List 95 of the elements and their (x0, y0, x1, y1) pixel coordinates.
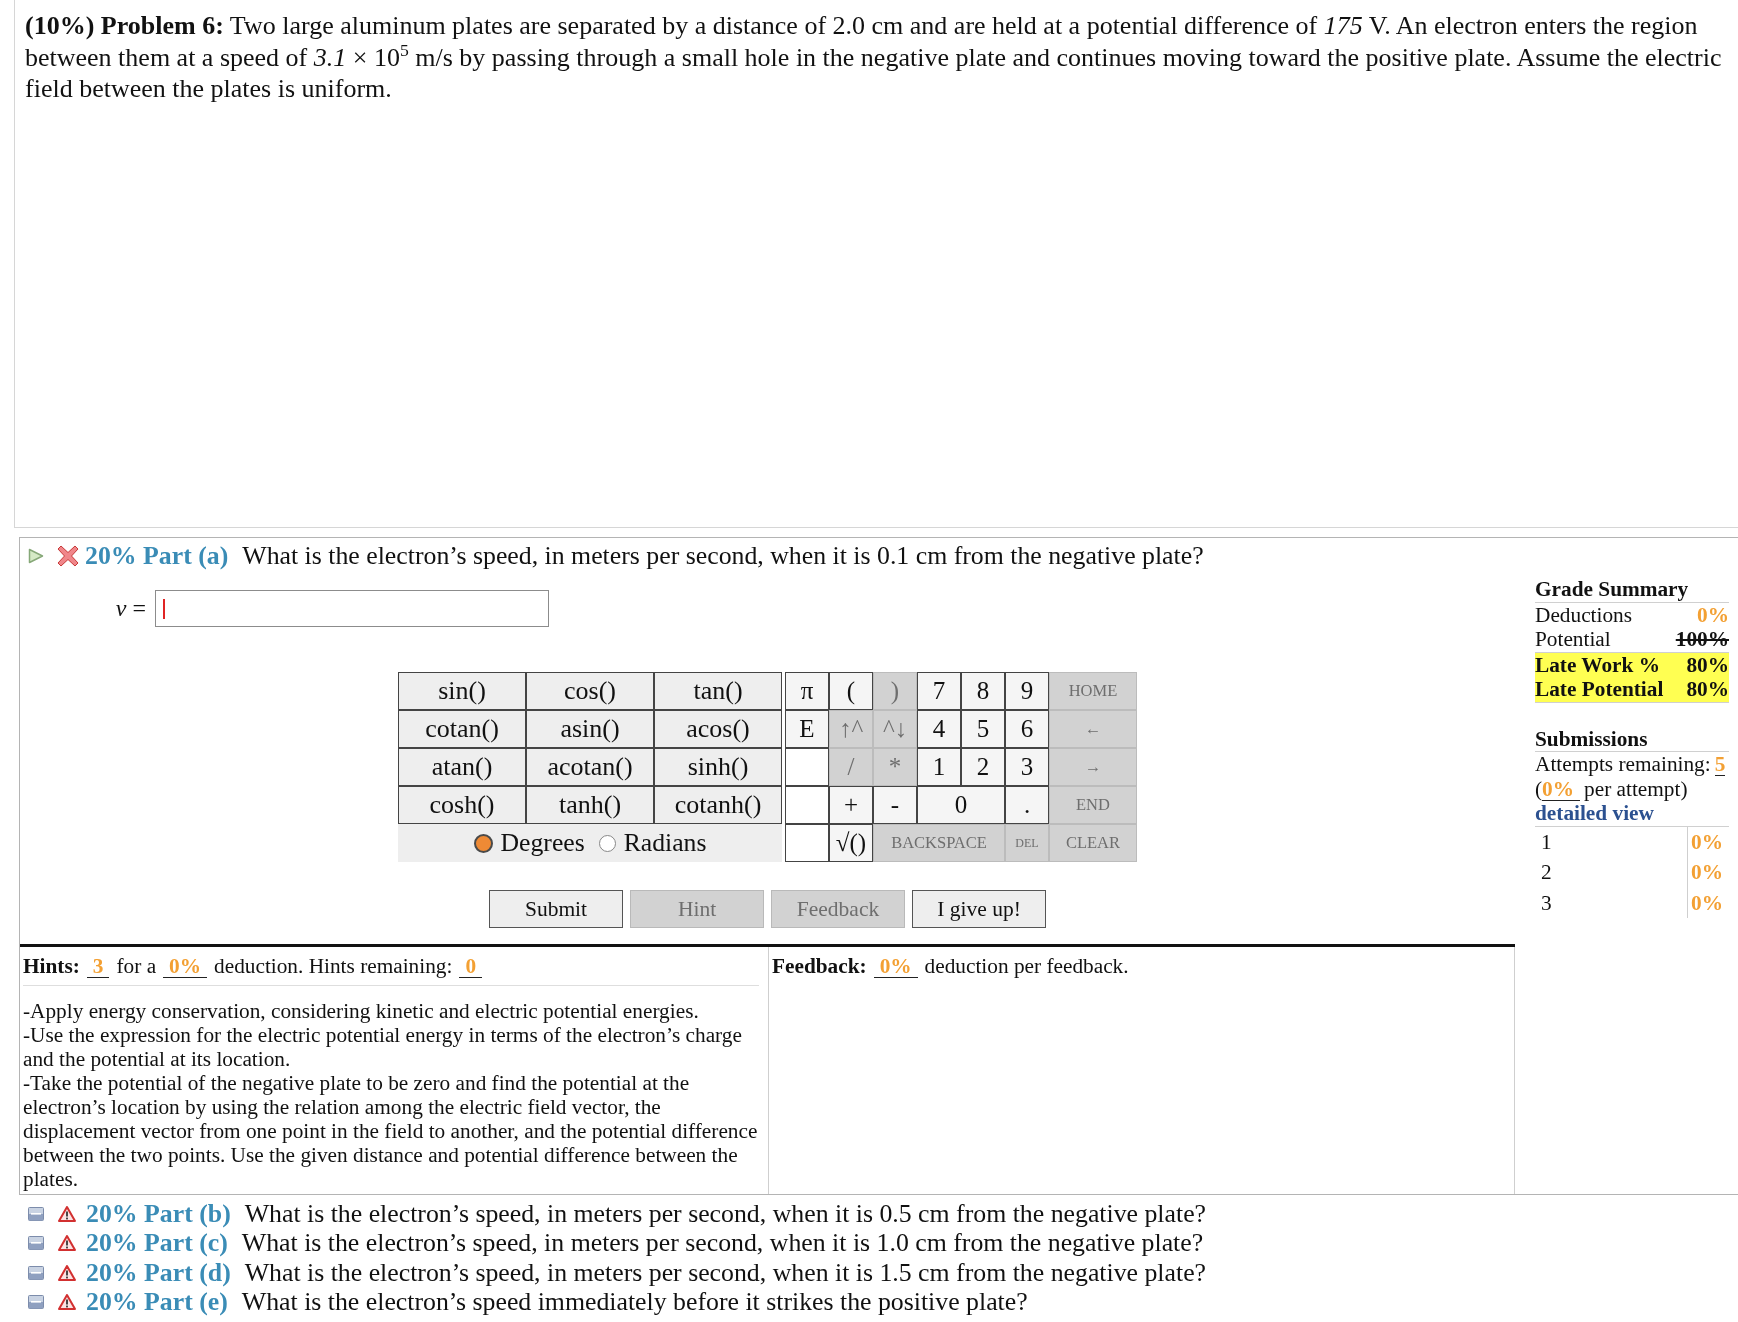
keypad-key[interactable]: . (1005, 786, 1049, 824)
question-text: What is the electron’s speed, in meters per second, when it is 0.1 cm from the negative plate? (242, 541, 1204, 571)
hint-text: -Take the potential of the negative plate to be zero and find the potential at the electron’s location by using the relation among the electric field vector, the displacement vector from one point in the field to another, and the potential difference between the two points. Use the given distance and potential difference between the plates. (23, 1071, 759, 1191)
summary-label: Late Work % (1535, 652, 1661, 677)
hints-text: for a (116, 953, 157, 979)
attempt-number: 1 (1540, 829, 1552, 854)
keypad-key[interactable]: 1 (917, 748, 961, 786)
question-text: What is the electron’s speed, in meters per second, when it is 1.0 cm from the negative plate? (241, 1228, 1204, 1259)
detailed-view-link[interactable]: detailed view (1535, 801, 1654, 825)
feedback-deduction: 0% (873, 954, 918, 978)
keypad-key[interactable]: + (829, 786, 873, 824)
keypad-key[interactable]: E (785, 710, 829, 748)
function-key[interactable]: sin() (398, 672, 526, 710)
function-key[interactable]: asin() (526, 710, 654, 748)
keypad-key[interactable]: 7 (917, 672, 961, 710)
part-label[interactable]: 20% Part (d) (86, 1257, 231, 1288)
keypad-key[interactable]: 2 (961, 748, 1005, 786)
attempt-score: 0% (1687, 887, 1729, 918)
function-key[interactable]: tanh() (526, 786, 654, 824)
function-key[interactable]: tan() (654, 672, 782, 710)
radio-label: Radians (623, 828, 707, 858)
hints-remaining: 0 (459, 954, 483, 978)
keypad-key[interactable]: 6 (1005, 710, 1049, 748)
function-key[interactable]: cos() (526, 672, 654, 710)
part-label: 20% Part (a) (85, 541, 229, 571)
warning-icon (58, 1235, 76, 1252)
attempt-number: 2 (1540, 860, 1552, 885)
hint-deduction: 0% (163, 954, 208, 978)
hint-text: -Use the expression for the electric potential energy in terms of the electron’s charge and the potential at its location. (23, 1023, 743, 1071)
keypad-key[interactable]: - (873, 786, 917, 824)
attempt-number: 3 (1540, 890, 1552, 915)
summary-title: Grade Summary (1535, 577, 1729, 603)
attempts-value: 5 (1714, 754, 1726, 776)
keypad-key[interactable]: 0 (917, 786, 1005, 824)
function-key[interactable]: sinh() (654, 748, 782, 786)
radio-button[interactable] (473, 833, 493, 853)
attempts-label: Attempts remaining: (1535, 752, 1711, 777)
answer-input[interactable] (155, 590, 549, 627)
square-icon[interactable] (28, 1236, 44, 1251)
attempt-score: 0% (1687, 857, 1729, 888)
function-key[interactable]: acotan() (526, 748, 654, 786)
keypad-key[interactable]: √() (829, 824, 873, 862)
attempt-score: 0% (1687, 826, 1729, 857)
keypad-key[interactable]: ( (829, 672, 873, 710)
keypad-key[interactable]: 8 (961, 672, 1005, 710)
function-key[interactable]: acos() (654, 710, 782, 748)
warning-icon (58, 1264, 76, 1281)
hint-count: 3 (86, 954, 110, 978)
cross-icon (57, 545, 79, 567)
variable-label: v = (114, 595, 146, 622)
warning-icon (58, 1205, 76, 1222)
summary-value: 0% (1697, 602, 1729, 627)
question-text: What is the electron’s speed, in meters per second, when it is 0.5 cm from the negative plate? (244, 1198, 1207, 1229)
summary-value: 80% (1686, 677, 1729, 702)
blank-key (785, 748, 829, 786)
blank-key (785, 824, 829, 862)
blank-key (785, 786, 829, 824)
keypad-key[interactable]: 9 (1005, 672, 1049, 710)
problem-statement: (10%) Problem 6: Two large aluminum plates are separated by a distance of 2.0 cm and are held at a potential difference of 175 V. An electron enters the region between them at a speed of 3.1 × 10$^{5}$ m/s by passing through a small hole in the negative plate and continues moving toward the positive plate. Assume the electric field between the plates is uniform. (25, 10, 1723, 105)
summary-value: 100% (1675, 627, 1729, 652)
function-key[interactable]: cotan() (398, 710, 526, 748)
function-key[interactable]: atan() (398, 748, 526, 786)
per-attempt-value: 0% (1542, 778, 1581, 801)
keypad-key[interactable]: 5 (961, 710, 1005, 748)
submit-button[interactable]: Submit (489, 890, 623, 928)
warning-icon (58, 1294, 76, 1311)
keypad-key[interactable]: π (785, 672, 829, 710)
feedback-text: deduction per feedback. (924, 953, 1129, 979)
summary-value: 80% (1686, 652, 1729, 677)
part-label[interactable]: 20% Part (c) (86, 1228, 228, 1259)
part-label[interactable]: 20% Part (e) (86, 1287, 228, 1318)
hints-text: deduction. Hints remaining: (214, 953, 453, 979)
feedback-label: Feedback: (772, 953, 867, 979)
square-icon[interactable] (28, 1265, 44, 1280)
keypad-key[interactable]: 3 (1005, 748, 1049, 786)
summary-label: Deductions (1535, 602, 1632, 627)
hint-text: -Apply energy conservation, considering kinetic and electric potential energies. (23, 999, 700, 1023)
keypad-key[interactable]: 4 (917, 710, 961, 748)
radio-label: Degrees (500, 828, 585, 858)
summary-label: Late Potential (1535, 677, 1664, 702)
open-paren: ( (1535, 776, 1543, 801)
hints-label: Hints: (23, 953, 80, 979)
play-icon[interactable] (28, 548, 44, 564)
radio-button[interactable] (598, 834, 616, 852)
function-key[interactable]: cosh() (398, 786, 526, 824)
summary-label: Potential (1535, 627, 1611, 652)
question-text: What is the electron’s speed immediately before it strikes the positive plate? (241, 1287, 1028, 1318)
function-key[interactable]: cotanh() (654, 786, 782, 824)
give-up-button[interactable]: I give up! (912, 890, 1046, 928)
question-text: What is the electron’s speed, in meters per second, when it is 1.5 cm from the negative plate? (244, 1257, 1207, 1288)
square-icon[interactable] (28, 1295, 44, 1310)
square-icon[interactable] (28, 1206, 44, 1221)
per-attempt-label: per attempt) (1584, 776, 1688, 801)
submissions-title: Submissions (1535, 726, 1729, 752)
part-label[interactable]: 20% Part (b) (86, 1198, 231, 1229)
